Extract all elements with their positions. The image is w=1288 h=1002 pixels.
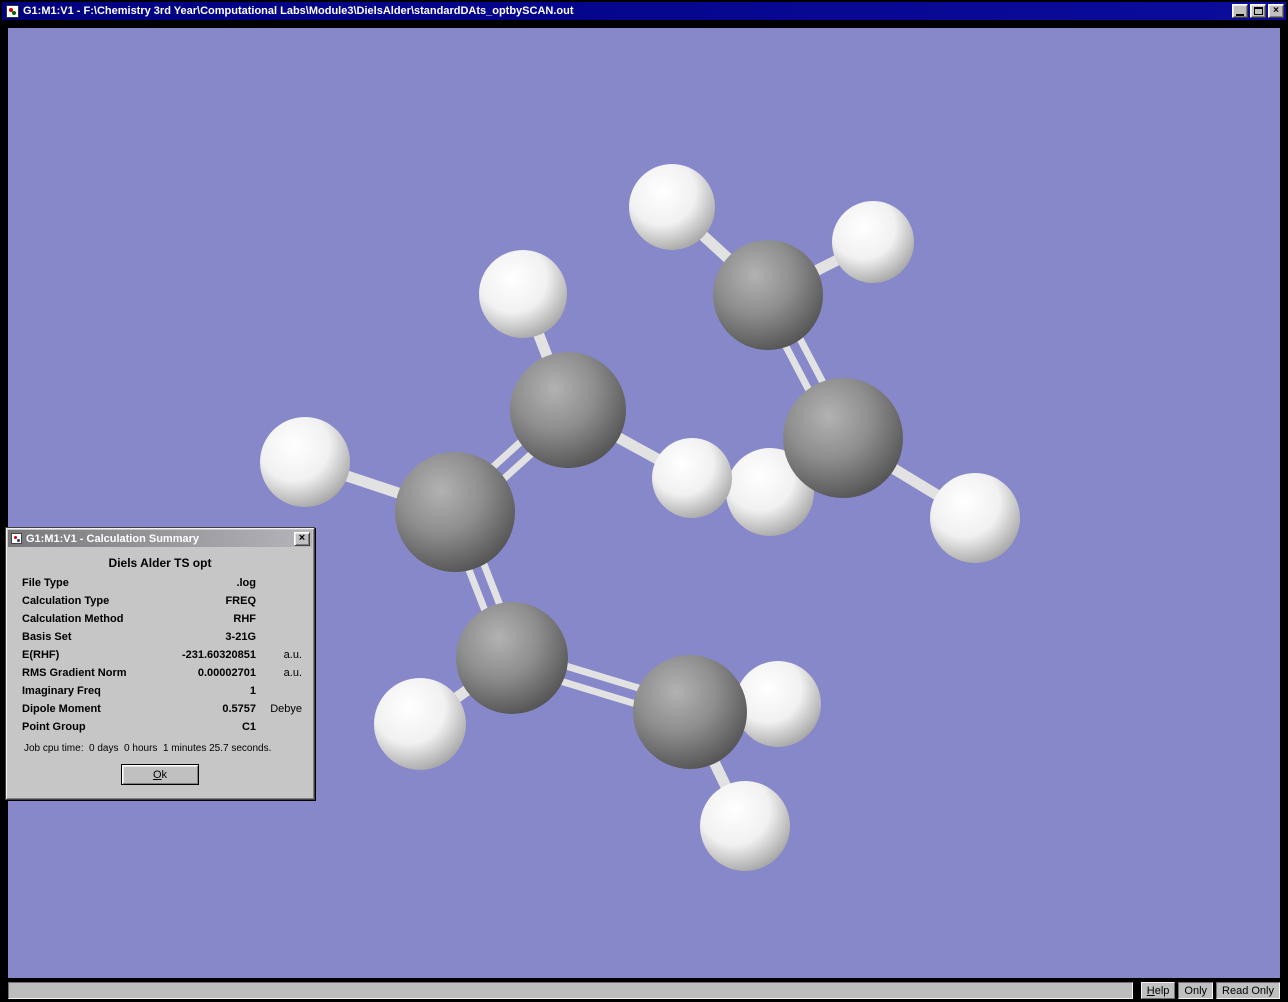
atom-C[interactable]: [633, 655, 747, 769]
row-label: Dipole Moment: [22, 703, 146, 715]
help-button[interactable]: Help: [1141, 982, 1176, 999]
row-label: Basis Set: [22, 631, 146, 643]
status-message-area: [8, 982, 1133, 999]
status-bar: Help Only Read Only: [8, 982, 1280, 999]
dialog-close-button[interactable]: ×: [294, 532, 310, 546]
summary-row-energy: E(RHF) -231.60320851 a.u.: [8, 649, 312, 667]
row-value: 3-21G: [146, 631, 256, 643]
minimize-button[interactable]: [1232, 4, 1248, 18]
row-value: -231.60320851: [146, 649, 256, 661]
ok-button-label: Ok: [153, 769, 167, 781]
atom-C[interactable]: [713, 240, 823, 350]
dialog-button-row: Ok: [8, 760, 312, 797]
row-label: Calculation Method: [22, 613, 146, 625]
dialog-heading: Diels Alder TS opt: [8, 556, 312, 570]
atom-C[interactable]: [395, 452, 515, 572]
gaussview-window: G1:M1:V1 - F:\Chemistry 3rd Year\Computa…: [0, 0, 1288, 1002]
summary-row-rms-gradient: RMS Gradient Norm 0.00002701 a.u.: [8, 667, 312, 685]
atom-C[interactable]: [456, 602, 568, 714]
close-button[interactable]: ×: [1268, 4, 1284, 18]
row-value: 0.5757: [146, 703, 256, 715]
summary-row-calculation-type: Calculation Type FREQ: [8, 595, 312, 613]
cpu-time-text: Job cpu time: 0 days 0 hours 1 minutes 2…: [24, 743, 304, 754]
row-label: RMS Gradient Norm: [22, 667, 146, 679]
read-only-indicator: Read Only: [1216, 982, 1280, 999]
row-unit: a.u.: [256, 667, 302, 679]
dialog-title: G1:M1:V1 - Calculation Summary: [26, 533, 199, 545]
molecule-viewport[interactable]: [8, 28, 1280, 978]
window-titlebar[interactable]: G1:M1:V1 - F:\Chemistry 3rd Year\Computa…: [2, 2, 1286, 20]
atom-H[interactable]: [930, 473, 1020, 563]
row-value: RHF: [146, 613, 256, 625]
row-value: .log: [146, 577, 256, 589]
atom-H[interactable]: [629, 164, 715, 250]
summary-row-file-type: File Type .log: [8, 577, 312, 595]
row-value: C1: [146, 721, 256, 733]
row-value: 0.00002701: [146, 667, 256, 679]
row-label: Point Group: [22, 721, 146, 733]
row-unit: Debye: [256, 703, 302, 715]
app-icon: [6, 5, 19, 18]
atom-H[interactable]: [832, 201, 914, 283]
atom-H[interactable]: [260, 417, 350, 507]
maximize-button[interactable]: [1250, 4, 1266, 18]
atom-H[interactable]: [479, 250, 567, 338]
row-label: File Type: [22, 577, 146, 589]
row-unit: a.u.: [256, 649, 302, 661]
row-value: 1: [146, 685, 256, 697]
summary-row-imaginary-freq: Imaginary Freq 1: [8, 685, 312, 703]
row-value: FREQ: [146, 595, 256, 607]
atom-H[interactable]: [700, 781, 790, 871]
row-label: E(RHF): [22, 649, 146, 661]
atom-H[interactable]: [652, 438, 732, 518]
window-controls: ×: [1232, 4, 1284, 18]
calculation-summary-dialog: G1:M1:V1 - Calculation Summary × Diels A…: [5, 527, 315, 800]
summary-row-dipole-moment: Dipole Moment 0.5757 Debye: [8, 703, 312, 721]
row-label: Imaginary Freq: [22, 685, 146, 697]
summary-row-basis-set: Basis Set 3-21G: [8, 631, 312, 649]
ok-button[interactable]: Ok: [121, 764, 199, 785]
atom-H[interactable]: [374, 678, 466, 770]
help-button-label: Help: [1147, 985, 1170, 997]
summary-row-calculation-method: Calculation Method RHF: [8, 613, 312, 631]
atom-H[interactable]: [735, 661, 821, 747]
maximize-icon: [1254, 7, 1263, 15]
dialog-titlebar[interactable]: G1:M1:V1 - Calculation Summary ×: [8, 530, 312, 547]
minimize-icon: [1236, 14, 1244, 16]
atom-C[interactable]: [510, 352, 626, 468]
molecule-svg[interactable]: [8, 28, 1280, 978]
dialog-icon: [11, 533, 22, 544]
atom-C[interactable]: [783, 378, 903, 498]
window-title: G1:M1:V1 - F:\Chemistry 3rd Year\Computa…: [23, 5, 574, 17]
row-label: Calculation Type: [22, 595, 146, 607]
only-indicator: Only: [1178, 982, 1213, 999]
summary-row-point-group: Point Group C1: [8, 721, 312, 739]
